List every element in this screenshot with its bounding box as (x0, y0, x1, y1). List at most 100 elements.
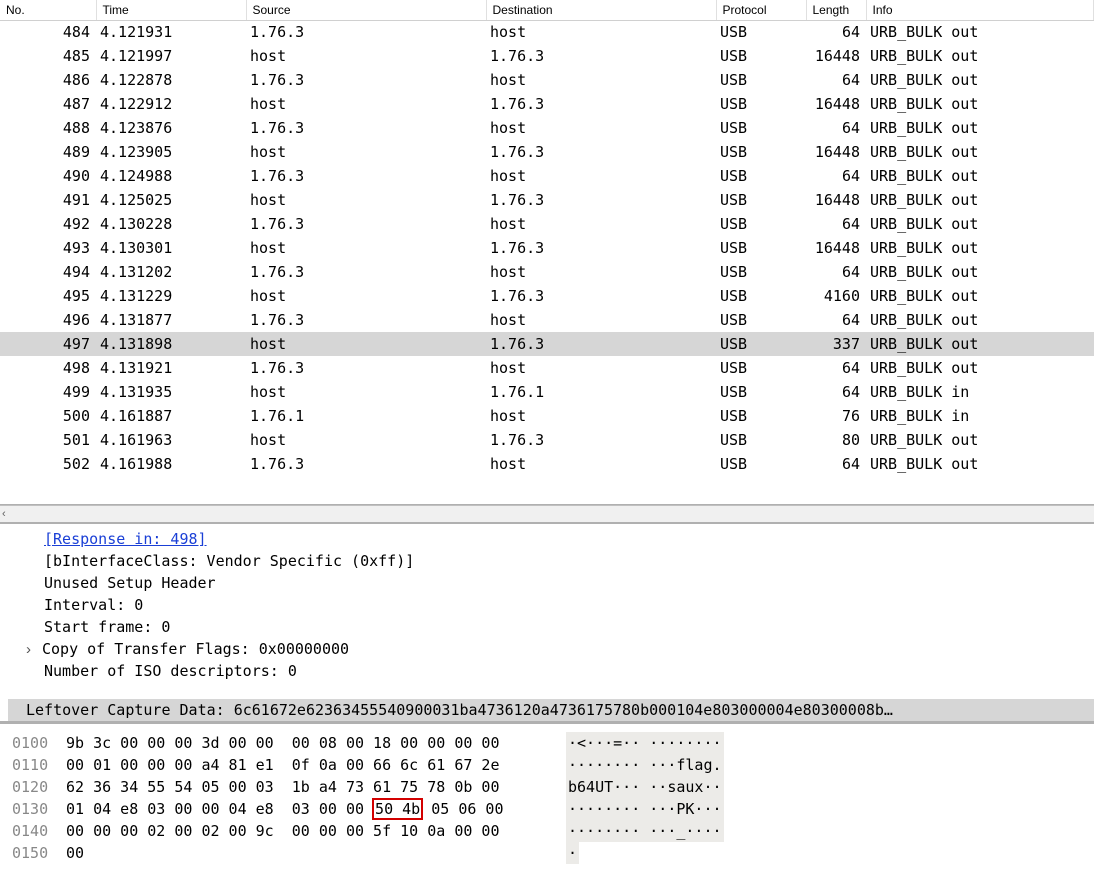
hex-ascii: b64UT··· ··saux·· (566, 776, 724, 798)
packet-row[interactable]: 4864.1228781.76.3hostUSB64URB_BULK out (0, 68, 1094, 92)
hex-row[interactable]: 011000 01 00 00 00 a4 81 e1 0f 0a 00 66 … (12, 754, 1094, 776)
col-header-protocol[interactable]: Protocol (716, 0, 806, 20)
packet-row[interactable]: 4914.125025host1.76.3USB16448URB_BULK ou… (0, 188, 1094, 212)
hex-row[interactable]: 014000 00 00 02 00 02 00 9c 00 00 00 5f … (12, 820, 1094, 842)
hex-bytes: 00 (66, 842, 566, 864)
packet-row[interactable]: 4904.1249881.76.3hostUSB64URB_BULK out (0, 164, 1094, 188)
hex-bytes: 62 36 34 55 54 05 00 03 1b a4 73 61 75 7… (66, 776, 566, 798)
detail-interval[interactable]: Interval: 0 (8, 594, 1090, 616)
col-header-info[interactable]: Info (866, 0, 1094, 20)
cell-time: 4.130301 (96, 236, 246, 260)
cell-time: 4.121931 (96, 20, 246, 44)
cell-info: URB_BULK in (866, 380, 1094, 404)
cell-source: 1.76.1 (246, 404, 486, 428)
cell-source: host (246, 140, 486, 164)
cell-source: 1.76.3 (246, 68, 486, 92)
cell-destination: 1.76.3 (486, 332, 716, 356)
cell-no: 496 (0, 308, 96, 332)
packet-row[interactable]: 4854.121997host1.76.3USB16448URB_BULK ou… (0, 44, 1094, 68)
cell-source: host (246, 332, 486, 356)
packet-row[interactable]: 4934.130301host1.76.3USB16448URB_BULK ou… (0, 236, 1094, 260)
cell-no: 490 (0, 164, 96, 188)
packet-row[interactable]: 4964.1318771.76.3hostUSB64URB_BULK out (0, 308, 1094, 332)
detail-start-frame[interactable]: Start frame: 0 (8, 616, 1090, 638)
cell-protocol: USB (716, 356, 806, 380)
cell-info: URB_BULK out (866, 332, 1094, 356)
detail-response-in[interactable]: [Response in: 498] (8, 528, 1090, 550)
cell-no: 492 (0, 212, 96, 236)
packet-row[interactable]: 4994.131935host1.76.1USB64URB_BULK in (0, 380, 1094, 404)
packet-row[interactable]: 4984.1319211.76.3hostUSB64URB_BULK out (0, 356, 1094, 380)
cell-time: 4.124988 (96, 164, 246, 188)
cell-info: URB_BULK out (866, 428, 1094, 452)
cell-info: URB_BULK out (866, 116, 1094, 140)
cell-destination: host (486, 308, 716, 332)
cell-protocol: USB (716, 92, 806, 116)
cell-info: URB_BULK out (866, 284, 1094, 308)
hex-highlight: 50 4b (372, 798, 423, 820)
cell-time: 4.131229 (96, 284, 246, 308)
packet-row[interactable]: 4924.1302281.76.3hostUSB64URB_BULK out (0, 212, 1094, 236)
cell-length: 16448 (806, 188, 866, 212)
cell-time: 4.123905 (96, 140, 246, 164)
horizontal-scrollbar[interactable]: ‹ (0, 505, 1094, 522)
packet-row[interactable]: 5004.1618871.76.1hostUSB76URB_BULK in (0, 404, 1094, 428)
hex-row[interactable]: 01009b 3c 00 00 00 3d 00 00 00 08 00 18 … (12, 732, 1094, 754)
cell-protocol: USB (716, 332, 806, 356)
col-header-destination[interactable]: Destination (486, 0, 716, 20)
packet-row[interactable]: 4974.131898host1.76.3USB337URB_BULK out (0, 332, 1094, 356)
hex-row[interactable]: 015000· (12, 842, 1094, 864)
col-header-time[interactable]: Time (96, 0, 246, 20)
col-header-source[interactable]: Source (246, 0, 486, 20)
cell-no: 501 (0, 428, 96, 452)
cell-destination: 1.76.3 (486, 236, 716, 260)
hex-ascii: ········ ···PK··· (566, 798, 724, 820)
detail-transfer-flags[interactable]: Copy of Transfer Flags: 0x00000000 (8, 638, 1090, 660)
packet-row[interactable]: 4944.1312021.76.3hostUSB64URB_BULK out (0, 260, 1094, 284)
packet-details-pane[interactable]: [Response in: 498] [bInterfaceClass: Ven… (0, 522, 1094, 722)
cell-source: host (246, 188, 486, 212)
packet-row[interactable]: 4844.1219311.76.3hostUSB64URB_BULK out (0, 20, 1094, 44)
cell-length: 4160 (806, 284, 866, 308)
col-header-length[interactable]: Length (806, 0, 866, 20)
detail-leftover-capture-data[interactable]: Leftover Capture Data: 6c61672e623634555… (8, 699, 1094, 721)
col-header-no[interactable]: No. (0, 0, 96, 20)
cell-source: host (246, 236, 486, 260)
cell-length: 64 (806, 380, 866, 404)
cell-length: 16448 (806, 140, 866, 164)
cell-time: 4.131935 (96, 380, 246, 404)
cell-source: host (246, 380, 486, 404)
packet-row[interactable]: 4954.131229host1.76.3USB4160URB_BULK out (0, 284, 1094, 308)
cell-source: 1.76.3 (246, 164, 486, 188)
cell-source: host (246, 92, 486, 116)
packet-row[interactable]: 4874.122912host1.76.3USB16448URB_BULK ou… (0, 92, 1094, 116)
packet-list-pane[interactable]: No. Time Source Destination Protocol Len… (0, 0, 1094, 505)
cell-no: 489 (0, 140, 96, 164)
hex-dump-pane[interactable]: 01009b 3c 00 00 00 3d 00 00 00 08 00 18 … (0, 722, 1094, 864)
packet-row[interactable]: 4884.1238761.76.3hostUSB64URB_BULK out (0, 116, 1094, 140)
cell-length: 80 (806, 428, 866, 452)
hex-row[interactable]: 013001 04 e8 03 00 00 04 e8 03 00 00 50 … (12, 798, 1094, 820)
cell-no: 502 (0, 452, 96, 476)
cell-protocol: USB (716, 428, 806, 452)
packet-row[interactable]: 5014.161963host1.76.3USB80URB_BULK out (0, 428, 1094, 452)
cell-time: 4.122878 (96, 68, 246, 92)
hex-bytes: 9b 3c 00 00 00 3d 00 00 00 08 00 18 00 0… (66, 732, 566, 754)
packet-table[interactable]: No. Time Source Destination Protocol Len… (0, 0, 1094, 476)
hex-ascii: · (566, 842, 579, 864)
cell-info: URB_BULK in (866, 404, 1094, 428)
scroll-left-icon[interactable]: ‹ (2, 506, 6, 523)
hex-offset: 0130 (12, 798, 66, 820)
packet-header-row[interactable]: No. Time Source Destination Protocol Len… (0, 0, 1094, 20)
cell-length: 76 (806, 404, 866, 428)
hex-row[interactable]: 012062 36 34 55 54 05 00 03 1b a4 73 61 … (12, 776, 1094, 798)
detail-iso-descriptors[interactable]: Number of ISO descriptors: 0 (8, 660, 1090, 682)
hex-ascii: ········ ···flag. (566, 754, 724, 776)
cell-protocol: USB (716, 116, 806, 140)
packet-row[interactable]: 4894.123905host1.76.3USB16448URB_BULK ou… (0, 140, 1094, 164)
detail-interface-class[interactable]: [bInterfaceClass: Vendor Specific (0xff)… (8, 550, 1090, 572)
cell-destination: host (486, 452, 716, 476)
packet-row[interactable]: 5024.1619881.76.3hostUSB64URB_BULK out (0, 452, 1094, 476)
cell-length: 64 (806, 356, 866, 380)
detail-unused-setup[interactable]: Unused Setup Header (8, 572, 1090, 594)
